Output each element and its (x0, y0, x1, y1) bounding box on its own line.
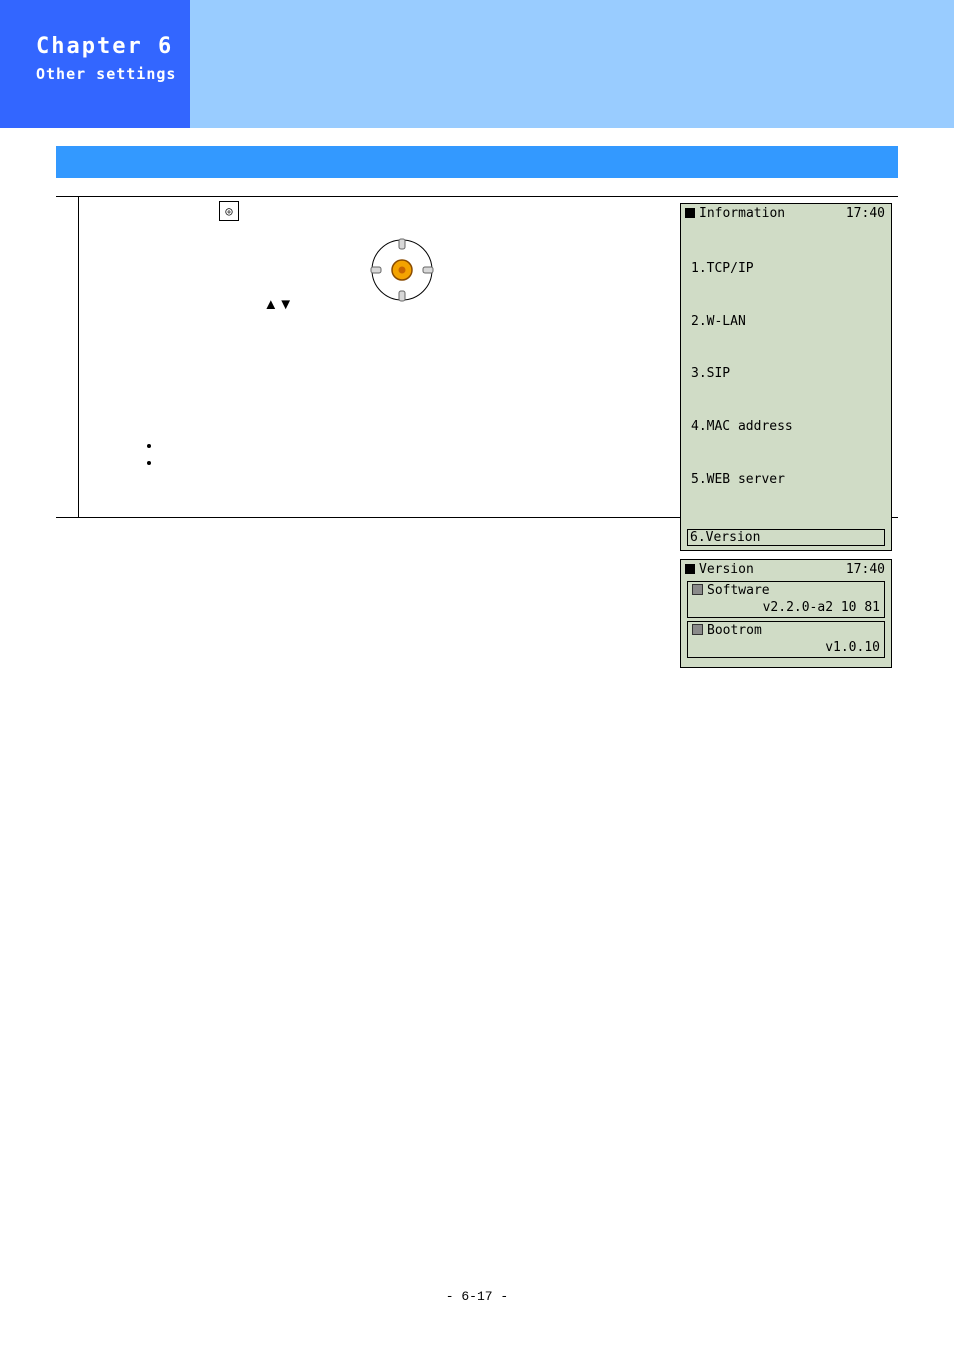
field-value: v2.2.0-a2 10 81 (688, 599, 884, 617)
version-row-bootrom: Bootrom v1.0.10 (687, 621, 885, 658)
version-row-software: Software v2.2.0-a2 10 81 (687, 581, 885, 618)
instruction-panel: ◎ ▲▼ (56, 196, 898, 518)
menu-item-selected[interactable]: 6.Version (687, 529, 885, 546)
chapter-subtitle: Other settings (36, 65, 190, 83)
information-screen: Information 17:40 1.TCP/IP 2.W-LAN 3.SIP… (680, 203, 892, 551)
up-down-icon: ▲▼ (263, 296, 293, 313)
page-footer: - 6-17 - (0, 1289, 954, 1304)
field-value: v1.0.10 (688, 639, 884, 657)
field-label: Software (707, 583, 770, 598)
field-icon (692, 624, 703, 635)
menu-item[interactable]: 3.SIP (691, 365, 885, 383)
menu-item[interactable]: 4.MAC address (691, 418, 885, 436)
page-header: Chapter 6 Other settings (0, 0, 954, 128)
menu-item[interactable]: 2.W-LAN (691, 313, 885, 331)
instruction-body: ◎ ▲▼ (79, 197, 898, 517)
chapter-title: Chapter 6 (36, 34, 190, 59)
title-marker-icon (685, 208, 695, 218)
screen-clock: 17:40 (846, 206, 885, 221)
screen-titlebar: Version 17:40 (681, 560, 891, 579)
field-label: Bootrom (707, 623, 762, 638)
menu-item[interactable]: 5.WEB server (691, 471, 885, 489)
screen-title-text: Information (699, 206, 785, 221)
chapter-block: Chapter 6 Other settings (0, 0, 190, 128)
section-heading-bar (56, 146, 898, 178)
menu-item[interactable]: 1.TCP/IP (691, 260, 885, 278)
dpad-illustration (369, 237, 435, 308)
info-menu-list: 1.TCP/IP 2.W-LAN 3.SIP 4.MAC address 5.W… (681, 223, 891, 527)
title-marker-icon (685, 564, 695, 574)
field-icon (692, 584, 703, 595)
screen-title-text: Version (699, 562, 754, 577)
step-number-column (56, 197, 79, 517)
screen-titlebar: Information 17:40 (681, 204, 891, 223)
screen-clock: 17:40 (846, 562, 885, 577)
version-screen: Version 17:40 Software v2.2.0-a2 10 81 B… (680, 559, 892, 668)
center-key-icon: ◎ (219, 201, 239, 221)
device-screens: Information 17:40 1.TCP/IP 2.W-LAN 3.SIP… (680, 203, 892, 676)
